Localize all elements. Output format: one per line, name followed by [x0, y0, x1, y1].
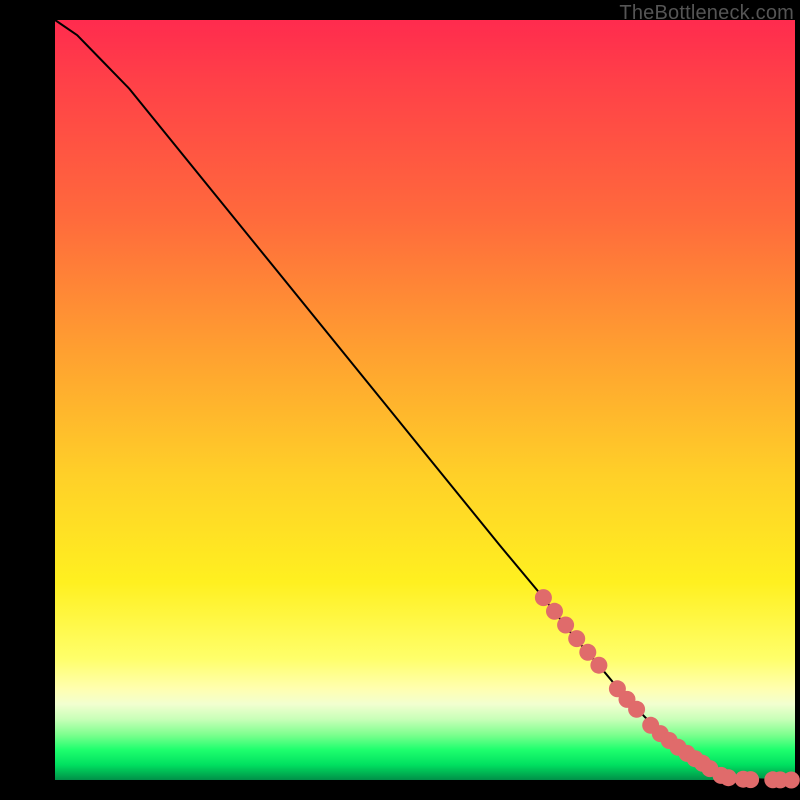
chart-stage: TheBottleneck.com	[0, 0, 800, 800]
chart-overlay-svg	[55, 20, 795, 780]
marker-dot	[535, 589, 552, 606]
marker-dot	[783, 772, 800, 789]
marker-dot	[557, 617, 574, 634]
marker-dot	[579, 644, 596, 661]
bottleneck-curve	[55, 20, 795, 780]
marker-dot	[720, 769, 737, 786]
marker-dot	[742, 771, 759, 788]
marker-dot	[590, 657, 607, 674]
marker-dot	[568, 630, 585, 647]
curve-markers	[535, 589, 800, 788]
marker-dot	[546, 603, 563, 620]
marker-dot	[628, 701, 645, 718]
